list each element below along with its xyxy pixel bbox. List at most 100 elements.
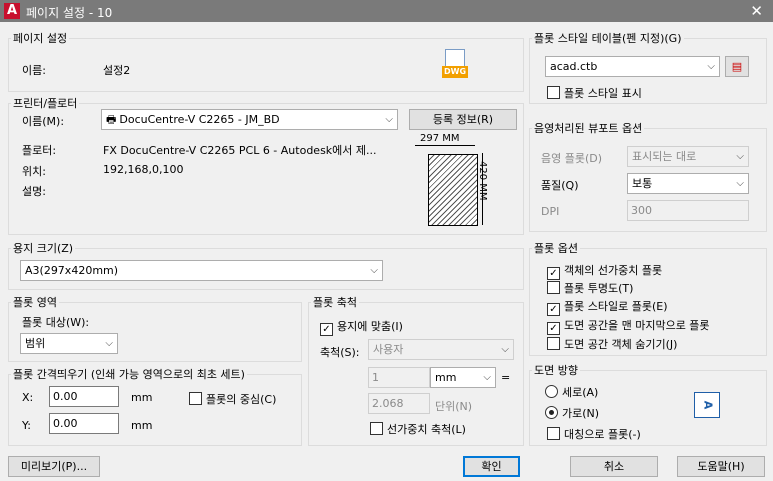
radio-dot [545,406,558,419]
plot-paperspace-last-label: 도면 공간을 맨 마지막으로 플롯 [564,319,710,332]
checkbox-box [189,392,202,405]
shade-plot-label: 음영 플롯(D) [541,152,603,165]
offset-y-input[interactable]: 0.00 [49,413,119,434]
properties-button[interactable]: 등록 정보(R) [409,109,517,130]
dwg-icon-label: DWG [442,66,468,78]
scale-select[interactable]: 사용자 ⌵ [368,339,514,360]
landscape-radio[interactable]: 가로(N) [545,405,599,421]
quality-select[interactable]: 보통 ⌵ [627,173,749,194]
page-setup-name-label: 이름: [22,64,46,77]
autocad-logo-icon: A [4,3,20,19]
plotter-value: FX DocuCentre-V C2265 PCL 6 - Autodesk에서… [103,144,377,157]
upside-down-label: 대칭으로 플롯(-) [564,428,641,441]
shade-plot-select[interactable]: 표시되는 대로 ⌵ [627,146,749,167]
chevron-down-icon: ⌵ [105,338,113,349]
checkbox-box: ✓ [320,323,333,336]
plotter-label: 플로터: [22,144,57,157]
scale-value2-input[interactable]: 2.068 [368,393,430,414]
chevron-down-icon: ⌵ [736,178,744,189]
plot-style-table-legend: 플롯 스타일 테이블(펜 지정)(G) [534,32,682,45]
chevron-down-icon: ⌵ [707,61,715,72]
scale-unit-value: mm [435,371,457,384]
radio-dot [545,385,558,398]
chevron-down-icon: ⌵ [370,265,378,276]
plot-style-table-select[interactable]: acad.ctb ⌵ [545,56,720,77]
portrait-radio[interactable]: 세로(A) [545,384,598,400]
plot-with-styles-checkbox[interactable]: ✓ 플롯 스타일로 플롯(E) [547,298,668,316]
printer-legend: 프린터/플로터 [13,97,78,110]
checkbox-box [547,86,560,99]
checkbox-box [547,281,560,294]
quality-value: 보통 [632,177,653,190]
plot-transparency-checkbox[interactable]: 플롯 투명도(T) [547,280,633,296]
scale-label: 축척(S): [320,346,360,359]
offset-y-unit: mm [131,419,153,432]
offset-x-input[interactable]: 0.00 [49,386,119,407]
checkbox-box [370,422,383,435]
preview-button[interactable]: 미리보기(P)... [8,456,100,477]
landscape-label: 가로(N) [562,407,600,420]
description-label: 설명: [22,185,46,198]
checkbox-box: ✓ [547,303,560,316]
scale-value1-input[interactable]: 1 [368,367,430,388]
printer-name-select[interactable]: 🖶 DocuCentre-V C2265 - JM_BD ⌵ [101,109,398,130]
paper-preview: 297 MM 420 MM [410,133,508,231]
close-icon[interactable]: ✕ [750,2,763,20]
shaded-viewport-legend: 음영처리된 뷰포트 옵션 [534,122,643,135]
scale-units-label: 단위(N) [435,400,473,413]
dpi-input[interactable]: 300 [627,200,749,221]
scale-value: 사용자 [373,343,404,356]
chevron-down-icon: ⌵ [501,344,509,355]
plot-scale-legend: 플롯 축척 [313,296,357,309]
plot-lineweights-checkbox[interactable]: ✓ 객체의 선가중치 플롯 [547,262,662,280]
plot-what-label: 플롯 대상(W): [22,316,90,329]
title-bar: A 페이지 설정 - 10 ✕ [0,0,773,22]
edit-plot-style-icon[interactable]: ▤ [725,56,749,77]
paper-size-legend: 용지 크기(Z) [13,242,74,255]
scale-unit-select[interactable]: mm ⌵ [430,367,496,388]
cancel-button[interactable]: 취소 [570,456,658,477]
scale-lineweights-label: 선가중치 축척(L) [387,423,466,436]
printer-icon: 🖶 [106,113,117,126]
orientation-legend: 도면 방향 [534,364,578,377]
page-setup-name-value: 설정2 [103,64,131,77]
portrait-label: 세로(A) [562,386,599,399]
chevron-down-icon: ⌵ [385,114,393,125]
ok-button[interactable]: 확인 [463,456,520,477]
page-setup-legend: 페이지 설정 [13,32,68,45]
paper-size-select[interactable]: A3(297x420mm) ⌵ [20,260,383,281]
orientation-preview-icon: A [694,392,720,418]
help-button[interactable]: 도움말(H) [677,456,765,477]
chevron-down-icon: ⌵ [483,372,491,383]
fit-to-paper-checkbox[interactable]: ✓ 용지에 맞춤(I) [320,318,403,336]
checkbox-box: ✓ [547,322,560,335]
fit-to-paper-label: 용지에 맞춤(I) [337,320,403,333]
location-value: 192,168,0,100 [103,163,184,176]
plot-paperspace-last-checkbox[interactable]: ✓ 도면 공간을 맨 마지막으로 플롯 [547,317,710,335]
offset-x-label: X: [22,391,34,404]
paper-preview-sheet [428,154,478,226]
center-plot-label: 플롯의 중심(C) [206,393,277,406]
plot-transparency-label: 플롯 투명도(T) [564,282,634,295]
paper-size-value: A3(297x420mm) [25,264,119,277]
plot-with-styles-label: 플롯 스타일로 플롯(E) [564,300,668,313]
plot-area-legend: 플롯 영역 [13,296,57,309]
display-plot-styles-checkbox[interactable]: 플롯 스타일 표시 [547,85,642,101]
orientation-preview-letter: A [700,400,714,410]
preview-width-label: 297 MM [420,133,460,144]
scale-equals: = [501,371,511,384]
scale-lineweights-checkbox[interactable]: 선가중치 축척(L) [370,421,466,437]
location-label: 위치: [22,165,46,178]
plot-what-select[interactable]: 범위 ⌵ [20,333,118,354]
hide-paperspace-objects-checkbox[interactable]: 도면 공간 객체 숨기기(J) [547,336,677,352]
plot-lineweights-label: 객체의 선가중치 플롯 [564,264,663,277]
shade-plot-value: 표시되는 대로 [632,150,697,163]
dpi-label: DPI [541,205,560,218]
offset-x-unit: mm [131,391,153,404]
checkbox-box: ✓ [547,267,560,280]
checkbox-box [547,427,560,440]
plot-options-legend: 플롯 옵션 [534,242,578,255]
upside-down-checkbox[interactable]: 대칭으로 플롯(-) [547,426,641,442]
center-plot-checkbox[interactable]: 플롯의 중심(C) [189,391,276,407]
offset-y-label: Y: [22,419,31,432]
